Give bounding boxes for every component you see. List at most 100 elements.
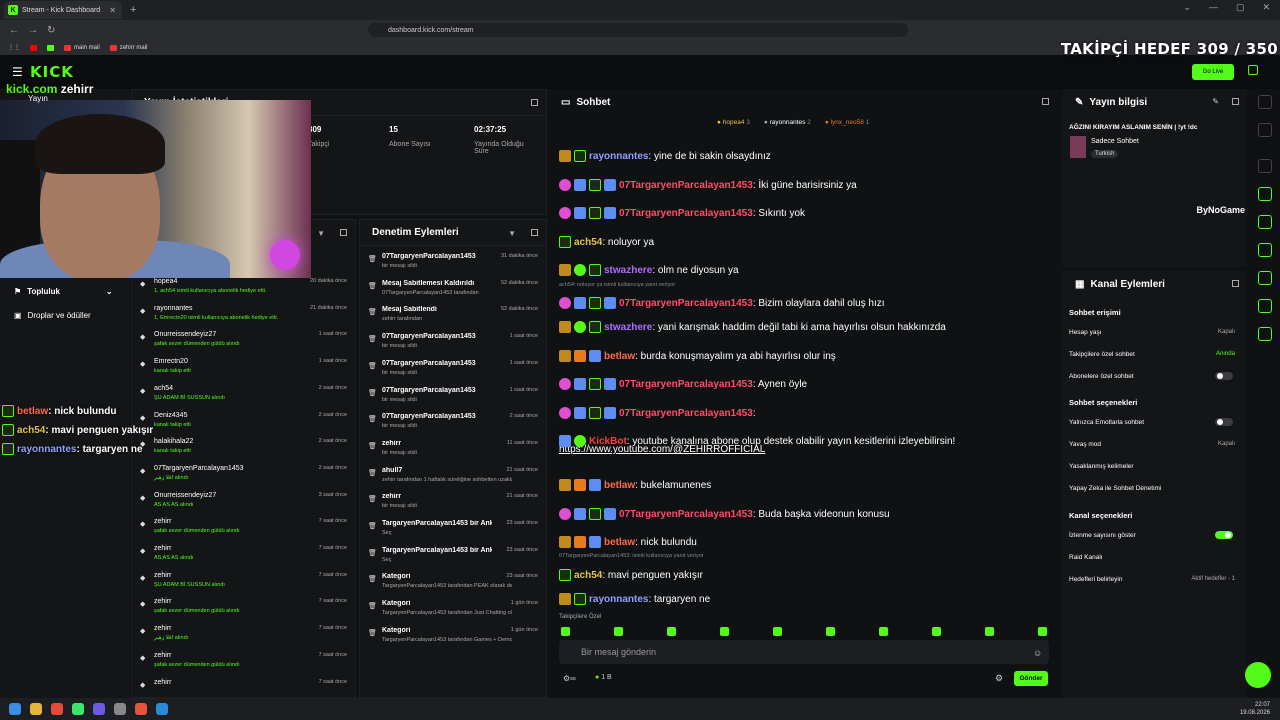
emote[interactable] bbox=[985, 627, 994, 636]
list-icon[interactable] bbox=[1258, 215, 1272, 229]
popout-icon[interactable] bbox=[531, 229, 538, 236]
brave-icon[interactable] bbox=[135, 703, 147, 715]
wrench-icon[interactable] bbox=[1258, 327, 1272, 341]
raid-label[interactable]: Raid Kanalı bbox=[1069, 554, 1103, 561]
chat-message[interactable]: rayonnantes: targaryen ne bbox=[559, 593, 710, 605]
chat-username[interactable]: betlaw bbox=[604, 351, 635, 362]
bolt-icon[interactable] bbox=[1258, 187, 1272, 201]
goals-value[interactable]: Aktif hedefler - 1 bbox=[1191, 576, 1235, 582]
send-button[interactable]: Gönder bbox=[1014, 671, 1048, 686]
mod-user[interactable]: 07TargaryenParcalayan1453 bbox=[382, 413, 492, 420]
chrome-icon[interactable] bbox=[51, 703, 63, 715]
event-user[interactable]: zehirr bbox=[154, 679, 172, 686]
mod-user[interactable]: 07TargaryenParcalayan1453 bbox=[382, 387, 492, 394]
close-tab-icon[interactable]: ✕ bbox=[109, 6, 116, 15]
chat-username[interactable]: stwazhere bbox=[604, 322, 652, 333]
event-user[interactable]: Deniz4345 bbox=[154, 412, 187, 419]
slow-mode-value[interactable]: Kapalı bbox=[1218, 441, 1235, 447]
event-user[interactable]: zehirr bbox=[154, 545, 172, 552]
event-user[interactable]: Onurreissendeyiz27 bbox=[154, 492, 216, 499]
event-user[interactable]: halakihala22 bbox=[154, 438, 193, 445]
kick-z-icon[interactable] bbox=[1248, 65, 1258, 75]
emote[interactable] bbox=[667, 627, 676, 636]
steam-icon[interactable] bbox=[156, 703, 168, 715]
emote[interactable] bbox=[879, 627, 888, 636]
sidebar-item-community[interactable]: ⚑ Topluluk ⌄ bbox=[14, 287, 113, 296]
minimize-icon[interactable]: — bbox=[1209, 2, 1218, 13]
account-age-value[interactable]: Kapalı bbox=[1218, 329, 1235, 335]
windows-start-icon[interactable] bbox=[9, 703, 21, 715]
event-user[interactable]: Onurreissendeyiz27 bbox=[154, 331, 216, 338]
browser-tab[interactable]: K Stream - Kick Dashboard ✕ bbox=[4, 1, 122, 19]
help-chat-button[interactable] bbox=[1245, 662, 1271, 688]
kick-logo[interactable]: KICK bbox=[30, 63, 74, 81]
slow-mode-label[interactable]: Yavaş mod bbox=[1069, 441, 1101, 448]
subs-chat-toggle[interactable] bbox=[1215, 372, 1233, 380]
mod-user[interactable]: TargaryenParcalayan1453 bir Anket başlat… bbox=[382, 547, 492, 554]
event-user[interactable]: zehirr bbox=[154, 652, 172, 659]
mod-user[interactable]: 07TargaryenParcalayan1453 bbox=[382, 253, 492, 260]
url-field[interactable]: dashboard.kick.com/stream bbox=[368, 23, 908, 37]
mod-user[interactable]: zehirr bbox=[382, 493, 492, 500]
chat-message[interactable]: 07TargaryenParcalayan1453: İki güne bari… bbox=[559, 179, 857, 191]
chevron-down-icon[interactable]: ⌄ bbox=[1183, 2, 1191, 13]
back-icon[interactable]: ← bbox=[9, 25, 19, 36]
goals-label[interactable]: Hedefleri belirleyin bbox=[1069, 576, 1122, 583]
ai-moderation-label[interactable]: Yapay Zeka ile Sohbet Denetimi bbox=[1069, 485, 1161, 492]
youtube-bookmark[interactable] bbox=[30, 44, 37, 51]
emote[interactable] bbox=[614, 627, 623, 636]
mod-user[interactable]: Kategori bbox=[382, 600, 492, 607]
menu-icon[interactable]: ☰ bbox=[12, 65, 23, 79]
chat-username[interactable]: rayonnantes bbox=[589, 151, 648, 162]
event-user[interactable]: zehirr bbox=[154, 572, 172, 579]
new-tab-icon[interactable]: + bbox=[130, 4, 136, 16]
chat-message[interactable]: 07TargaryenParcalayan1453: Bizim olaylar… bbox=[559, 297, 885, 309]
chat-message[interactable]: 07TargaryenParcalayan1453: Sıkıntı yok bbox=[559, 207, 805, 219]
viewer-count-toggle[interactable] bbox=[1215, 531, 1233, 539]
account-age-label[interactable]: Hesap yaşı bbox=[1069, 329, 1102, 336]
chat-message[interactable]: stwazhere: olm ne diyosun ya bbox=[559, 264, 739, 276]
chat-username[interactable]: 07TargaryenParcalayan1453 bbox=[619, 379, 753, 390]
popout-icon[interactable] bbox=[340, 229, 347, 236]
chat-message[interactable]: betlaw: bukelamunenes bbox=[559, 479, 711, 491]
chat-input[interactable]: Bir mesaj gönderin bbox=[559, 640, 1049, 664]
popout-icon[interactable] bbox=[1232, 280, 1239, 287]
category-name[interactable]: Sadece Sohbet bbox=[1091, 138, 1139, 145]
chat-username[interactable]: ach54 bbox=[574, 570, 602, 581]
filter-icon[interactable]: ▼ bbox=[508, 229, 516, 238]
chat-username[interactable]: KickBot bbox=[589, 436, 627, 447]
edit-icon[interactable]: ✎ bbox=[1212, 97, 1219, 106]
filter-icon[interactable]: ▼ bbox=[317, 229, 325, 238]
event-user[interactable]: zehirr bbox=[154, 598, 172, 605]
chat-username[interactable]: 07TargaryenParcalayan1453 bbox=[619, 509, 753, 520]
mod-user[interactable]: TargaryenParcalayan1453 bir Anketi kaldı… bbox=[382, 520, 492, 527]
chat-username[interactable]: 07TargaryenParcalayan1453 bbox=[619, 298, 753, 309]
followers-chat-value[interactable]: Anında bbox=[1216, 351, 1235, 357]
apps-icon[interactable]: ⋮⋮ bbox=[8, 44, 20, 51]
mod-user[interactable]: 07TargaryenParcalayan1453 bbox=[382, 333, 492, 340]
emote[interactable] bbox=[720, 627, 729, 636]
top-chatter[interactable]: ● rayonnantes 2 bbox=[764, 119, 811, 126]
kick-bookmark[interactable] bbox=[47, 44, 54, 51]
chat-username[interactable]: betlaw bbox=[604, 480, 635, 491]
mod-user[interactable]: 07TargaryenParcalayan1453 bbox=[382, 360, 492, 367]
event-user[interactable]: 07TargaryenParcalayan1453 bbox=[154, 465, 244, 472]
mod-user[interactable]: Kategori bbox=[382, 573, 492, 580]
chat-message[interactable]: 07TargaryenParcalayan1453: Buda başka vi… bbox=[559, 508, 890, 520]
chat-message[interactable]: rayonnantes: yine de bi sakin olsaydınız bbox=[559, 150, 771, 162]
emote[interactable] bbox=[773, 627, 782, 636]
event-user[interactable]: rayonnantes bbox=[154, 305, 193, 312]
emote[interactable] bbox=[932, 627, 941, 636]
chat-message[interactable]: betlaw: burda konuşmayalım ya abi hayırl… bbox=[559, 350, 836, 362]
mod-user[interactable]: Kategori bbox=[382, 627, 492, 634]
forward-icon[interactable]: → bbox=[28, 25, 38, 36]
chat-message[interactable]: ach54: mavi penguen yakışır bbox=[559, 569, 703, 581]
code-icon[interactable] bbox=[1258, 271, 1272, 285]
event-user[interactable]: zehirr bbox=[154, 518, 172, 525]
mod-user[interactable]: Mesaj Sabitlemesi Kaldırıldı bbox=[382, 280, 492, 287]
chat-username[interactable]: stwazhere bbox=[604, 265, 652, 276]
chat-message[interactable]: 07TargaryenParcalayan1453: Aynen öyle bbox=[559, 378, 807, 390]
banned-words-label[interactable]: Yasaklanmış kelimeler bbox=[1069, 463, 1134, 470]
event-user[interactable]: Emrectn20 bbox=[154, 358, 188, 365]
emoji-icon[interactable]: ☺ bbox=[1033, 648, 1042, 658]
